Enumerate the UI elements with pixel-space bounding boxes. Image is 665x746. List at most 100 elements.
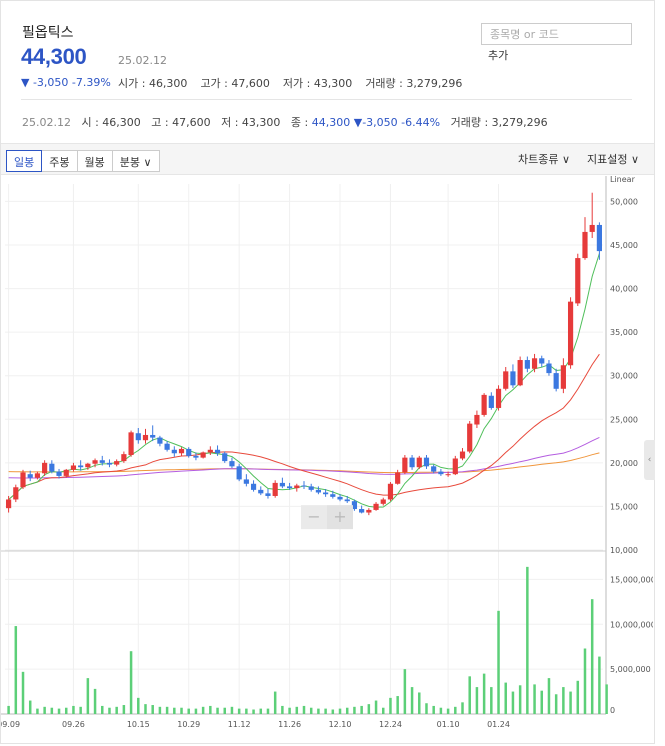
candle-body bbox=[510, 371, 516, 386]
add-button[interactable]: 추가 bbox=[488, 47, 508, 63]
ohlc-summary: 25.02.12 시 : 46,300 고 : 47,600 저 : 43,30… bbox=[22, 114, 548, 130]
candle-body bbox=[128, 432, 134, 456]
chart-toolbar: 일봉 주봉 월봉 분봉 ∨ 차트종류 ∨ 지표설정 ∨ bbox=[1, 143, 654, 175]
candle-body bbox=[142, 434, 149, 441]
volume-bar bbox=[201, 706, 205, 714]
high-price: 고가 : 47,600 bbox=[200, 77, 270, 90]
candle-body bbox=[481, 394, 487, 415]
volume-tick-label: 5,000,000 bbox=[610, 665, 651, 674]
candle-body bbox=[373, 503, 379, 510]
volume-bar bbox=[86, 678, 90, 714]
candle-body bbox=[78, 465, 84, 468]
volume-bar bbox=[490, 687, 493, 714]
volume-bar bbox=[605, 684, 608, 714]
volume-bar bbox=[317, 708, 320, 714]
volume-bar bbox=[137, 697, 140, 714]
volume-bar bbox=[72, 705, 75, 714]
candle-body bbox=[596, 224, 602, 252]
volume-bar bbox=[403, 669, 407, 714]
volume-bar bbox=[259, 708, 263, 714]
candle-body bbox=[63, 469, 69, 476]
candle-body bbox=[337, 496, 343, 500]
volume-stat: 거래량 : 3,279,296 bbox=[365, 77, 463, 90]
volume-bar bbox=[345, 707, 349, 714]
candle-body bbox=[243, 479, 249, 484]
volume-bar bbox=[374, 700, 378, 714]
price-tick-label: 20,000 bbox=[610, 459, 638, 468]
volume-bar bbox=[338, 708, 342, 714]
volume-bar bbox=[454, 706, 457, 714]
volume-bar bbox=[475, 687, 479, 714]
candle-body bbox=[517, 360, 523, 386]
volume-bar bbox=[382, 707, 385, 714]
volume-bar bbox=[302, 705, 306, 714]
ohlc-close-label: 종 : bbox=[290, 116, 309, 129]
candle-body bbox=[560, 365, 566, 389]
volume-bar bbox=[511, 691, 515, 714]
volume-bar bbox=[497, 610, 500, 714]
candle-body bbox=[6, 499, 12, 509]
price-tick-label: 40,000 bbox=[610, 285, 638, 294]
ohlc-volume: 거래량 : 3,279,296 bbox=[450, 116, 548, 129]
volume-bar bbox=[273, 691, 277, 714]
tab-weekly[interactable]: 주봉 bbox=[41, 150, 78, 172]
candle-body bbox=[366, 509, 372, 513]
tab-monthly[interactable]: 월봉 bbox=[76, 150, 113, 172]
volume-bar bbox=[540, 690, 544, 714]
ohlc-high: 고 : 47,600 bbox=[151, 116, 211, 129]
tab-minute[interactable]: 분봉 ∨ bbox=[111, 150, 160, 172]
candle-body bbox=[171, 449, 177, 454]
candle-body bbox=[286, 486, 293, 489]
candle-body bbox=[250, 483, 257, 490]
candle-body bbox=[200, 452, 206, 458]
candle-body bbox=[467, 423, 473, 452]
candle-body bbox=[186, 448, 192, 456]
indicator-settings-menu[interactable]: 지표설정 ∨ bbox=[587, 151, 639, 167]
volume-bar bbox=[144, 704, 147, 714]
volume-bar bbox=[309, 707, 313, 714]
volume-bar bbox=[353, 706, 356, 714]
candle-body bbox=[70, 465, 77, 470]
candle-body bbox=[409, 457, 415, 468]
tab-daily[interactable]: 일봉 bbox=[6, 150, 43, 172]
volume-bar bbox=[461, 702, 464, 714]
volume-bar bbox=[50, 707, 54, 714]
candle-body bbox=[438, 471, 444, 475]
volume-bar bbox=[295, 706, 299, 714]
candle-body bbox=[323, 492, 329, 495]
candle-body bbox=[85, 463, 91, 468]
volume-bar bbox=[151, 705, 154, 714]
volume-bar bbox=[432, 705, 435, 714]
volume-bar bbox=[547, 678, 551, 714]
plus-icon: + bbox=[333, 507, 346, 526]
stock-search-input[interactable] bbox=[481, 23, 632, 45]
x-tick-label: 12.10 bbox=[329, 720, 352, 729]
x-tick-label: 10.29 bbox=[177, 720, 200, 729]
candle-body bbox=[99, 460, 105, 463]
stock-name: 필옵틱스 bbox=[22, 25, 74, 41]
volume-tick-label: 0 bbox=[610, 706, 615, 715]
volume-tick-label: 15,000,000 bbox=[610, 575, 653, 584]
candle-body bbox=[344, 499, 350, 502]
volume-bar bbox=[576, 680, 580, 714]
stock-chart-svg[interactable]: 50,000 45,000 40,000 35,000 30,000 25,000 20,0… bbox=[0, 175, 656, 742]
candle-body bbox=[539, 358, 545, 364]
volume-bar bbox=[288, 707, 291, 714]
chart-type-menu[interactable]: 차트종류 ∨ bbox=[518, 151, 570, 167]
volume-bar bbox=[43, 706, 46, 714]
volume-bar bbox=[518, 685, 522, 714]
candle-body bbox=[229, 461, 235, 467]
candle-body bbox=[92, 460, 98, 464]
volume-bar bbox=[14, 626, 18, 714]
price-tick-label: 45,000 bbox=[610, 241, 638, 250]
chart-area[interactable]: 50,000 45,000 40,000 35,000 30,000 25,000 20,0… bbox=[0, 175, 656, 746]
candle-body bbox=[34, 473, 41, 478]
volume-bar bbox=[79, 706, 82, 714]
candle-body bbox=[589, 224, 595, 232]
candle-body bbox=[531, 358, 538, 369]
volume-bar bbox=[331, 709, 335, 714]
side-panel-handle[interactable]: ‹ bbox=[644, 440, 655, 480]
volume-bar bbox=[57, 708, 61, 714]
candle-body bbox=[416, 457, 422, 468]
candle-body bbox=[423, 457, 430, 467]
